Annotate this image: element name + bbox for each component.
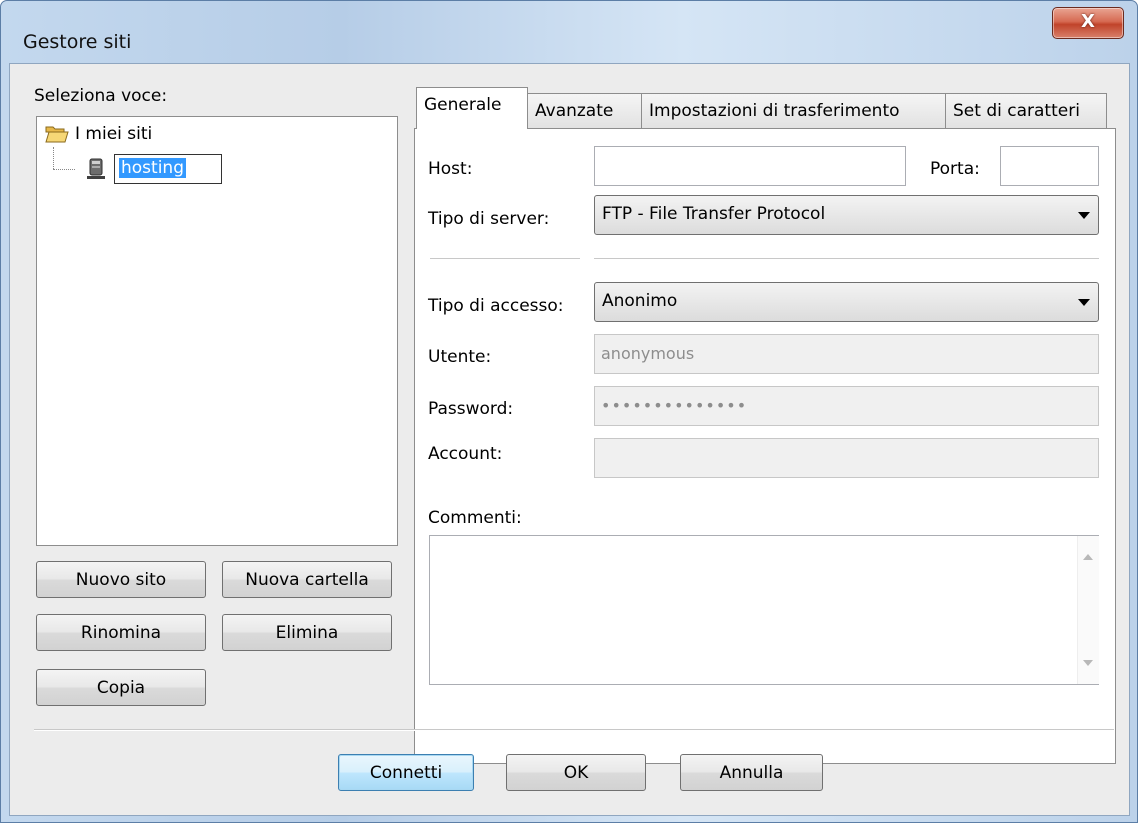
tab-general[interactable]: Generale — [416, 87, 528, 129]
tree-connector-horizontal — [53, 169, 75, 170]
footer-separator — [34, 729, 1114, 731]
logon-type-dropdown[interactable]: Anonimo — [594, 282, 1099, 322]
user-input[interactable]: anonymous — [594, 334, 1099, 374]
scroll-down-icon[interactable] — [1083, 660, 1093, 666]
copy-button[interactable]: Copia — [36, 669, 206, 706]
user-label: Utente: — [428, 347, 492, 367]
host-label: Host: — [428, 159, 473, 179]
close-button[interactable]: X — [1052, 7, 1124, 39]
comments-textarea[interactable] — [429, 535, 1099, 685]
scroll-up-icon[interactable] — [1083, 554, 1093, 560]
password-label: Password: — [428, 399, 514, 419]
tab-charset[interactable]: Set di caratteri — [945, 93, 1107, 128]
tree-root-label[interactable]: I miei siti — [75, 124, 152, 144]
server-icon[interactable] — [83, 157, 109, 186]
comments-label: Commenti: — [428, 508, 522, 528]
dialog-client-area: Seleziona voce: I miei siti hosting Nuov… — [9, 63, 1130, 816]
tree-connector-vertical — [53, 147, 54, 169]
server-type-label: Tipo di server: — [428, 209, 550, 229]
general-tab-panel: Host: Porta: Tipo di server: FTP - File … — [414, 128, 1116, 764]
ok-button[interactable]: OK — [506, 754, 646, 791]
tab-transfer-settings[interactable]: Impostazioni di trasferimento — [641, 93, 946, 128]
password-input[interactable]: •••••••••••••• — [594, 386, 1099, 426]
site-manager-window: Gestore siti X Seleziona voce: I miei si… — [0, 0, 1138, 823]
account-input[interactable] — [594, 438, 1099, 478]
comments-scrollbar[interactable] — [1077, 536, 1099, 684]
logon-type-label: Tipo di accesso: — [428, 296, 564, 316]
window-title: Gestore siti — [23, 31, 132, 53]
cancel-button[interactable]: Annulla — [680, 754, 823, 791]
new-site-button[interactable]: Nuovo sito — [36, 561, 206, 598]
password-value: •••••••••••••• — [601, 396, 748, 415]
folder-open-icon[interactable] — [45, 124, 69, 149]
host-input[interactable] — [594, 146, 906, 186]
site-tree[interactable]: I miei siti hosting — [36, 116, 398, 546]
new-folder-button[interactable]: Nuova cartella — [222, 561, 392, 598]
logon-type-value: Anonimo — [602, 291, 678, 311]
server-type-dropdown[interactable]: FTP - File Transfer Protocol — [594, 195, 1099, 235]
select-entry-label: Seleziona voce: — [34, 86, 168, 106]
connect-button[interactable]: Connetti — [338, 754, 474, 791]
rename-button[interactable]: Rinomina — [36, 614, 206, 651]
user-value: anonymous — [601, 344, 695, 363]
separator-right — [594, 258, 1099, 260]
close-icon: X — [1081, 11, 1095, 32]
port-input[interactable] — [1000, 146, 1099, 186]
port-label: Porta: — [930, 159, 980, 179]
delete-button[interactable]: Elimina — [222, 614, 392, 651]
chevron-down-icon — [1078, 299, 1090, 306]
chevron-down-icon — [1078, 212, 1090, 219]
server-type-value: FTP - File Transfer Protocol — [602, 204, 826, 224]
tab-advanced[interactable]: Avanzate — [527, 93, 642, 128]
tree-child-label[interactable]: hosting — [119, 158, 186, 178]
title-bar: Gestore siti X — [1, 1, 1137, 61]
rename-edit-box[interactable]: hosting — [114, 154, 222, 184]
separator-left — [430, 258, 580, 260]
account-label: Account: — [428, 444, 503, 464]
